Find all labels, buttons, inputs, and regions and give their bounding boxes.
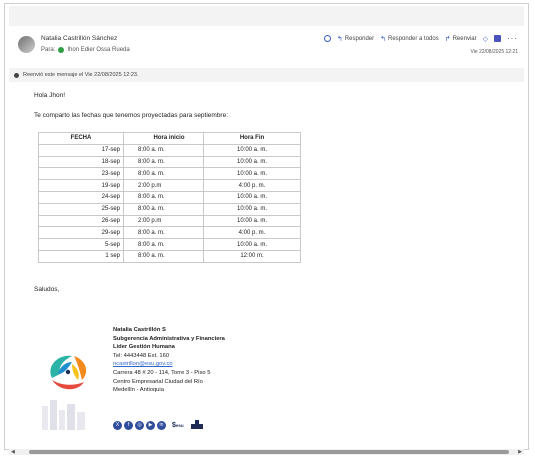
table-header-row: FECHA Hora inicio Hora Fin	[38, 132, 301, 145]
cell-hora-inicio: 2:00 p.m	[123, 214, 204, 228]
cell-hora-inicio: 8:00 a. m.	[123, 238, 204, 251]
intro-text: Te comparto las fechas que tenemos proye…	[34, 112, 229, 119]
recipient-line: Para: Ihon Edier Ossa Rueda	[41, 47, 130, 53]
cell-hora-inicio: 2:00 p.m	[123, 179, 204, 192]
table-row: 25-sep 8:00 a. m. 10:00 a. m.	[38, 202, 301, 216]
cell-hora-inicio: 8:00 a. m.	[123, 167, 204, 181]
table-row: 18-sep 8:00 a. m. 10:00 a. m.	[38, 155, 301, 169]
table-row: 5-sep 8:00 a. m. 10:00 a. m.	[38, 238, 301, 251]
signature-phone: Tel: 4443448 Ext. 160	[113, 352, 170, 359]
cell-hora-inicio: 8:00 a. m.	[123, 249, 204, 263]
message-header: Natalia Castrillón Sánchez Para: Ihon Ed…	[9, 27, 524, 67]
forward-label: Reenviar	[452, 35, 477, 42]
reply-icon: ↰	[336, 35, 343, 43]
cell-hora-inicio: 8:00 a. m.	[123, 226, 204, 240]
info-icon	[14, 72, 19, 78]
youtube-icon[interactable]: ▶	[146, 420, 155, 430]
table-row: 23-sep 8:00 a. m. 10:00 a. m.	[38, 167, 301, 181]
header-hora-inicio: Hora inicio	[123, 132, 204, 145]
cell-hora-fin: 4:00 p. m.	[203, 179, 301, 192]
sender-avatar[interactable]	[18, 36, 35, 53]
building-watermark	[42, 400, 85, 430]
table-row: 26-sep 2:00 p.m 10:00 a. m.	[38, 214, 301, 228]
reply-label: Responder	[344, 35, 375, 42]
copilot-icon[interactable]: ◇	[483, 35, 488, 43]
message-date: Vie 22/08/2025 12:21	[470, 49, 518, 55]
government-building-icon	[190, 420, 203, 429]
reply-all-button[interactable]: ↰ Responder a todos	[380, 35, 439, 43]
message-actions: ↰ Responder ↰ Responder a todos ↱ Reenvi…	[323, 34, 518, 43]
cell-fecha: 17-sep	[38, 143, 124, 157]
cell-hora-fin: 10:00 a. m.	[203, 143, 301, 157]
signature-name: Natalia Castrillón S	[113, 327, 166, 333]
esu-logo: $esu	[172, 422, 184, 429]
cell-hora-inicio: 8:00 a. m.	[123, 143, 204, 157]
presence-icon	[58, 47, 65, 53]
cell-hora-fin: 10:00 a. m.	[203, 238, 301, 251]
teams-icon[interactable]	[494, 35, 501, 42]
reply-button[interactable]: ↰ Responder	[337, 35, 374, 43]
scroll-left-icon[interactable]: ◀	[11, 449, 15, 455]
closing-text: Saludos,	[34, 286, 60, 293]
cell-hora-fin: 4:00 p. m.	[203, 226, 301, 240]
reply-all-label: Responder a todos	[388, 35, 439, 42]
cell-fecha: 1 sep	[38, 249, 124, 263]
linkedin-icon[interactable]: in	[157, 420, 166, 430]
table-row: 29-sep 8:00 a. m. 4:00 p. m.	[38, 226, 301, 240]
cell-hora-fin: 10:00 a. m.	[203, 214, 301, 228]
signature-dept: Subgerencia Administrativa y Financiera	[113, 335, 225, 342]
cell-hora-fin: 10:00 a. m.	[203, 155, 301, 169]
company-logo	[50, 355, 87, 390]
instagram-icon[interactable]: ◎	[135, 420, 144, 430]
cell-fecha: 23-sep	[38, 167, 124, 181]
cell-hora-inicio: 8:00 a. m.	[123, 190, 204, 204]
top-toolbar	[9, 6, 524, 26]
cell-hora-fin: 12:00 m.	[203, 249, 301, 263]
to-label: Para:	[41, 47, 56, 53]
cell-fecha: 26-sep	[38, 214, 124, 228]
scroll-right-icon[interactable]: ▶	[518, 449, 522, 455]
table-row: 19-sep 2:00 p.m 4:00 p. m.	[38, 179, 301, 192]
signature-city: Medellín - Antioquia	[113, 387, 164, 394]
table-row: 17-sep 8:00 a. m. 10:00 a. m.	[38, 143, 301, 157]
recipient-name[interactable]: Ihon Edier Ossa Rueda	[67, 47, 129, 53]
greeting: Hola Jhon!	[34, 92, 66, 99]
cell-fecha: 5-sep	[38, 238, 124, 251]
signature-email-link[interactable]: ncastrillon@esu.gov.co	[113, 360, 225, 369]
forward-icon: ↱	[444, 35, 451, 43]
cell-hora-fin: 10:00 a. m.	[203, 202, 301, 216]
x-icon[interactable]: X	[113, 420, 122, 430]
email-signature: Natalia Castrillón S Subgerencia Adminis…	[113, 326, 225, 395]
social-links: X f ◎ ▶ in $esu	[113, 420, 204, 430]
cell-hora-fin: 10:00 a. m.	[203, 190, 301, 204]
smiley-icon[interactable]	[323, 35, 331, 42]
header-hora-fin: Hora Fin	[203, 132, 301, 145]
forward-button[interactable]: ↱ Reenviar	[445, 35, 477, 43]
signature-address: Carrera 48 # 20 - 114, Torre 3 - Piso 5	[113, 369, 211, 376]
cell-fecha: 18-sep	[38, 155, 124, 169]
schedule-table: FECHA Hora inicio Hora Fin 17-sep 8:00 a.…	[38, 132, 301, 263]
header-fecha: FECHA	[38, 132, 124, 145]
table-row: 24-sep 8:00 a. m. 10:00 a. m.	[38, 190, 301, 204]
scrollbar-thumb[interactable]	[29, 450, 509, 454]
esu-logo-text: esu	[175, 422, 184, 428]
cell-fecha: 24-sep	[38, 190, 124, 204]
facebook-icon[interactable]: f	[124, 420, 133, 430]
cell-fecha: 19-sep	[38, 179, 124, 192]
table-row: 1 sep 8:00 a. m. 12:00 m.	[38, 249, 301, 263]
forward-notice-bar: Reenvió este mensaje el Vie 22/08/2025 1…	[9, 68, 524, 82]
signature-role: Líder Gestión Humana	[113, 344, 175, 351]
cell-hora-inicio: 8:00 a. m.	[123, 155, 204, 169]
sender-name[interactable]: Natalia Castrillón Sánchez	[41, 35, 117, 42]
more-options-button[interactable]: ···	[507, 34, 518, 43]
cell-hora-fin: 10:00 a. m.	[203, 167, 301, 181]
cell-hora-inicio: 8:00 a. m.	[123, 202, 204, 216]
reply-all-icon: ↰	[380, 35, 387, 43]
forward-notice-text: Reenvió este mensaje el Vie 22/08/2025 1…	[23, 72, 139, 78]
signature-building: Centro Empresarial Ciudad del Río	[113, 378, 203, 385]
cell-fecha: 25-sep	[38, 202, 124, 216]
cell-fecha: 29-sep	[38, 226, 124, 240]
horizontal-scrollbar[interactable]: ◀ ▶	[9, 449, 524, 455]
